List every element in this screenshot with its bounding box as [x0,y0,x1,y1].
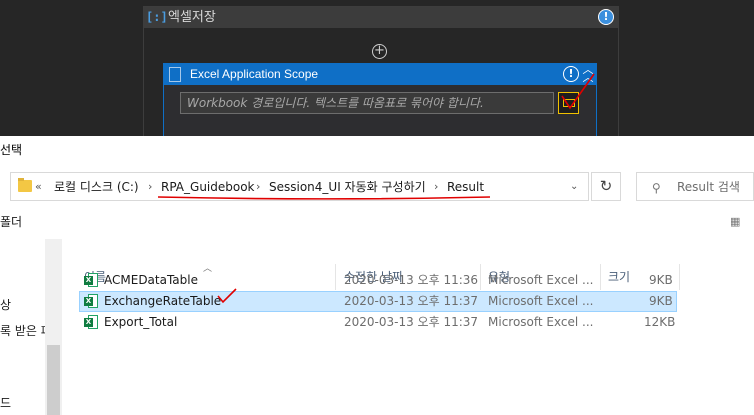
breadcrumb-rpa-guidebook[interactable]: RPA_Guidebook [161,179,255,195]
excel-file-icon: X [84,273,98,287]
file-type: Microsoft Excel ... [488,273,594,287]
file-modified: 2020-03-13 오후 11:37 [344,315,479,329]
search-box[interactable]: ⚲ Result 검색 [636,172,754,201]
file-row[interactable]: X ACMEDataTable 2020-03-13 오후 11:36 Micr… [79,270,677,291]
file-name: ExchangeRateTable [104,294,222,308]
search-icon: ⚲ [652,181,661,195]
file-name: ACMEDataTable [104,273,198,287]
warning-icon[interactable]: ! [598,9,614,25]
search-input[interactable]: Result 검색 [677,179,740,195]
sequence-icon: [:] [146,10,168,24]
chevron-right-icon: › [256,180,261,193]
file-name: Export_Total [104,315,178,329]
nav-scroll-thumb[interactable] [47,345,60,415]
file-size: 9KB [649,273,673,287]
view-options-icon[interactable]: ▦ [730,216,742,228]
plus-circle-icon[interactable]: + [372,44,387,59]
file-type: Microsoft Excel ... [488,294,594,308]
nav-item[interactable]: 드 [0,395,11,411]
breadcrumb-result[interactable]: Result [447,179,484,195]
file-size: 9KB [649,294,673,308]
dialog-title: 선택 [0,143,23,157]
nav-scrollbar[interactable] [45,239,62,415]
file-row-selected[interactable]: X ExchangeRateTable 2020-03-13 오후 11:37 … [79,291,677,312]
workbook-path-input[interactable]: Workbook 경로입니다. 텍스트를 따옴표로 묶어야 합니다. [180,92,554,114]
chevron-down-icon[interactable]: ⌄ [570,181,578,192]
file-size: 12KB [644,315,676,329]
scope-title: Excel Application Scope [190,67,319,81]
excel-scope-icon [169,67,181,82]
red-underline-annotation [157,196,491,200]
scope-header[interactable]: Excel Application Scope ! ︿ ︿ [164,64,596,85]
excel-file-icon: X [84,294,98,308]
red-check-annotation [217,288,237,304]
red-check-annotation [561,73,595,110]
nav-scroll-track [47,239,60,345]
nav-item[interactable]: 상 [0,297,11,313]
file-type: Microsoft Excel ... [488,315,594,329]
breadcrumb-session4[interactable]: Session4_UI 자동화 구성하기 [269,179,426,195]
excel-file-icon: X [84,315,98,329]
sequence-header[interactable]: [:] 엑셀저장 ! [144,7,618,28]
chevron-right-icon: › [148,180,153,193]
file-open-dialog: 선택 « 로컬 디스크 (C:) › RPA_Guidebook › Sessi… [0,136,754,415]
file-modified: 2020-03-13 오후 11:37 [344,294,479,308]
breadcrumb-overflow[interactable]: « [35,179,42,195]
breadcrumb-local-disk[interactable]: 로컬 디스크 (C:) [54,179,139,195]
file-modified: 2020-03-13 오후 11:36 [344,273,479,287]
new-folder-button[interactable]: 폴더 [0,214,22,230]
file-row[interactable]: X Export_Total 2020-03-13 오후 11:37 Micro… [79,312,677,333]
sequence-title: 엑셀저장 [168,10,216,25]
workflow-designer: [:] 엑셀저장 ! + Excel Application Scope ! ︿… [0,0,754,136]
chevron-right-icon: › [434,180,439,193]
column-divider[interactable] [679,264,680,290]
folder-icon [18,178,32,192]
refresh-button[interactable]: ↻ [591,172,621,201]
